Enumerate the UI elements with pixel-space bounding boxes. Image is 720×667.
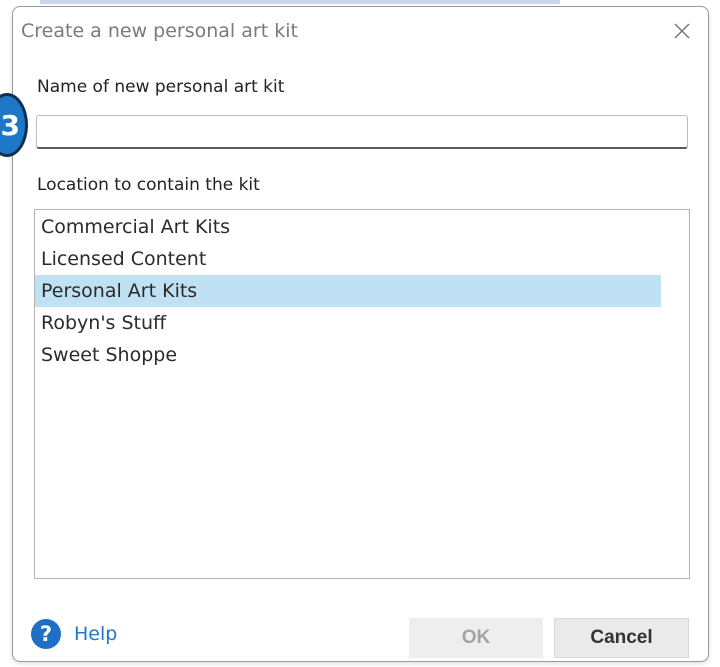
help-icon[interactable]: ? xyxy=(31,619,61,649)
cancel-button[interactable]: Cancel xyxy=(554,618,689,658)
list-item[interactable]: Licensed Content xyxy=(35,243,661,275)
background-window-edge xyxy=(40,0,560,4)
dialog-title: Create a new personal art kit xyxy=(21,20,298,42)
kit-name-input[interactable] xyxy=(36,115,688,149)
name-field-label: Name of new personal art kit xyxy=(37,77,285,97)
help-link[interactable]: Help xyxy=(74,623,117,645)
list-item[interactable]: Commercial Art Kits xyxy=(35,211,661,243)
create-art-kit-dialog: Create a new personal art kit Name of ne… xyxy=(12,6,709,662)
ok-button[interactable]: OK xyxy=(409,618,543,658)
list-item[interactable]: Sweet Shoppe xyxy=(35,339,661,371)
location-label: Location to contain the kit xyxy=(37,175,260,195)
location-listbox[interactable]: Commercial Art Kits Licensed Content Per… xyxy=(34,209,690,579)
list-item-selected[interactable]: Personal Art Kits xyxy=(35,275,661,307)
close-icon[interactable] xyxy=(670,19,694,43)
list-item[interactable]: Robyn's Stuff xyxy=(35,307,661,339)
